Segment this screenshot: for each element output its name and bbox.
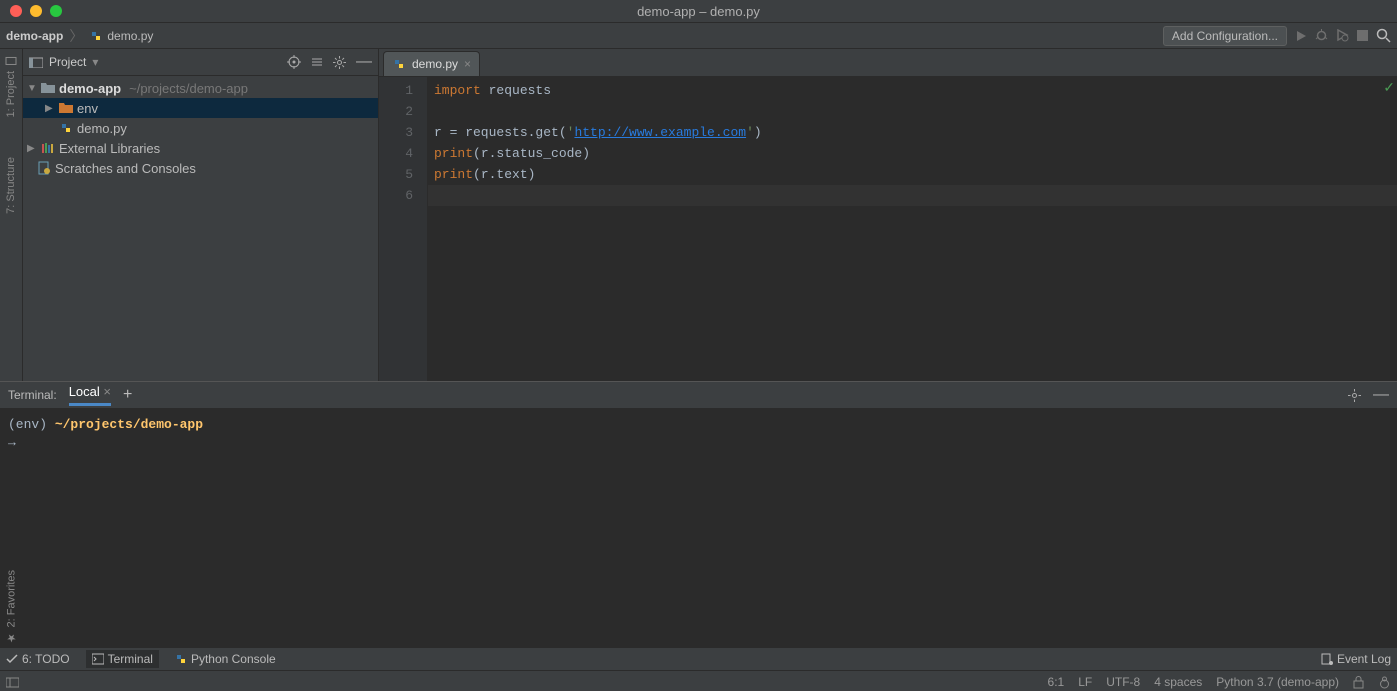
status-line-separator[interactable]: LF xyxy=(1078,675,1092,689)
new-terminal-button[interactable]: + xyxy=(123,386,132,404)
status-indent[interactable]: 4 spaces xyxy=(1154,675,1202,689)
tree-item-label: Scratches and Consoles xyxy=(55,161,196,176)
tree-external-libraries[interactable]: ▶ External Libraries xyxy=(23,138,378,158)
locate-icon[interactable] xyxy=(287,55,301,69)
terminal-header: Terminal: Local × + — xyxy=(0,382,1397,410)
main-area: 1: Project 7: Structure Project ▾ — ▼ de… xyxy=(0,49,1397,381)
coverage-icon[interactable] xyxy=(1336,29,1349,42)
hide-panel-icon[interactable]: — xyxy=(356,53,372,71)
editor-tab-bar: demo.py × xyxy=(379,49,1397,77)
debug-icon[interactable] xyxy=(1315,29,1328,42)
tree-env-folder[interactable]: ▶ env xyxy=(23,98,378,118)
tool-windows-icon xyxy=(6,676,19,689)
todo-icon xyxy=(6,653,18,665)
gutter: 123 456 xyxy=(379,77,428,381)
window-title: demo-app – demo.py xyxy=(0,4,1397,19)
libraries-icon xyxy=(41,142,55,154)
gear-icon[interactable] xyxy=(1348,389,1361,402)
tree-file-demo[interactable]: demo.py xyxy=(23,118,378,138)
favorites-tool-button[interactable]: ★2: Favorites xyxy=(5,570,18,644)
tree-item-label: demo.py xyxy=(77,121,127,136)
chevron-down-icon: ▼ xyxy=(27,83,37,94)
status-interpreter[interactable]: Python 3.7 (demo-app) xyxy=(1216,675,1339,689)
python-icon xyxy=(175,653,187,665)
toolbar-right: Add Configuration... xyxy=(1163,26,1391,46)
python-file-icon xyxy=(392,57,406,71)
gear-icon[interactable] xyxy=(333,56,346,69)
run-icon[interactable] xyxy=(1295,30,1307,42)
lock-icon[interactable] xyxy=(1353,676,1364,689)
search-icon[interactable] xyxy=(1376,28,1391,43)
project-panel: Project ▾ — ▼ demo-app ~/projects/demo-a… xyxy=(23,49,379,381)
folder-excluded-icon xyxy=(59,102,73,114)
tree-root-path: ~/projects/demo-app xyxy=(129,81,248,96)
terminal-panel: Terminal: Local × + — (env) ~/projects/d… xyxy=(0,381,1397,647)
project-tree: ▼ demo-app ~/projects/demo-app ▶ env dem… xyxy=(23,76,378,178)
stop-icon[interactable] xyxy=(1357,30,1368,41)
event-log-icon xyxy=(1321,653,1333,665)
tree-item-label: External Libraries xyxy=(59,141,160,156)
collapse-all-icon[interactable] xyxy=(311,56,323,68)
add-configuration-button[interactable]: Add Configuration... xyxy=(1163,26,1287,46)
structure-tool-button[interactable]: 7: Structure xyxy=(5,157,17,214)
editor-tab-label: demo.py xyxy=(412,57,458,71)
status-bar: 6:1 LF UTF-8 4 spaces Python 3.7 (demo-a… xyxy=(0,670,1397,691)
project-panel-title: Project xyxy=(49,55,86,69)
breadcrumb: demo-app 〉 demo.py xyxy=(6,26,153,46)
close-tab-icon[interactable]: × xyxy=(464,57,471,71)
bottom-tool-bar: 6: TODO Terminal Python Console Event Lo… xyxy=(0,647,1397,670)
left-tool-strip-bottom: ★2: Favorites xyxy=(0,570,22,644)
close-tab-icon[interactable]: × xyxy=(103,384,111,399)
editor: demo.py × 123 456 import requests r = re… xyxy=(379,49,1397,381)
status-encoding[interactable]: UTF-8 xyxy=(1106,675,1140,689)
chevron-right-icon: ▶ xyxy=(27,143,37,154)
python-console-tool-button[interactable]: Python Console xyxy=(175,652,276,666)
terminal-body[interactable]: (env) ~/projects/demo-app → xyxy=(0,410,1397,458)
chevron-right-icon: ▶ xyxy=(45,103,55,114)
project-icon xyxy=(5,55,17,67)
terminal-tab-local[interactable]: Local × xyxy=(69,384,111,406)
dropdown-icon[interactable]: ▾ xyxy=(92,55,98,69)
terminal-tool-button[interactable]: Terminal xyxy=(86,650,159,668)
inspector-icon[interactable] xyxy=(1378,676,1391,689)
caret-line xyxy=(428,185,1397,206)
terminal-title: Terminal: xyxy=(8,388,57,402)
hide-panel-icon[interactable]: — xyxy=(1373,386,1389,404)
code-area[interactable]: import requests r = requests.get('http:/… xyxy=(428,77,1397,381)
left-tool-strip: 1: Project 7: Structure xyxy=(0,49,23,381)
tree-item-label: env xyxy=(77,101,98,116)
status-position[interactable]: 6:1 xyxy=(1048,675,1065,689)
tree-root[interactable]: ▼ demo-app ~/projects/demo-app xyxy=(23,78,378,98)
inspection-ok-icon[interactable]: ✓ xyxy=(1383,79,1395,100)
title-bar: demo-app – demo.py xyxy=(0,0,1397,23)
chevron-right-icon: 〉 xyxy=(69,26,83,46)
tree-scratches[interactable]: Scratches and Consoles xyxy=(23,158,378,178)
tree-root-label: demo-app xyxy=(59,81,121,96)
python-file-icon xyxy=(89,29,103,43)
todo-tool-button[interactable]: 6: TODO xyxy=(6,652,70,666)
project-panel-header: Project ▾ — xyxy=(23,49,378,76)
python-file-icon xyxy=(59,121,73,135)
editor-body[interactable]: 123 456 import requests r = requests.get… xyxy=(379,77,1397,381)
scratches-icon xyxy=(37,161,51,175)
status-left[interactable] xyxy=(6,676,19,689)
project-view-icon xyxy=(29,56,43,68)
event-log-button[interactable]: Event Log xyxy=(1321,652,1391,666)
editor-tab-demo[interactable]: demo.py × xyxy=(383,51,480,76)
breadcrumb-file[interactable]: demo.py xyxy=(89,29,153,43)
terminal-icon xyxy=(92,653,104,665)
folder-icon xyxy=(41,82,55,94)
breadcrumb-project[interactable]: demo-app xyxy=(6,29,63,43)
project-tool-button[interactable]: 1: Project xyxy=(5,55,17,117)
navigation-bar: demo-app 〉 demo.py Add Configuration... xyxy=(0,23,1397,49)
